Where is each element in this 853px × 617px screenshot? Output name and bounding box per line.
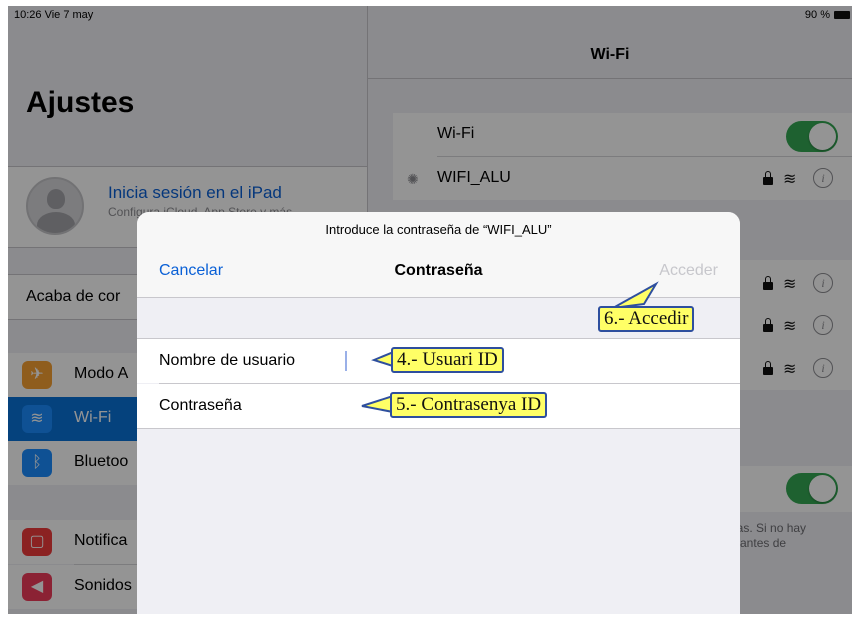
ipad-screen: 10:26 Vie 7 may 90 % Ajustes Inicia sesi… — [8, 6, 852, 614]
callout-contrasenya: 5.- Contrasenya ID — [390, 392, 548, 418]
callout-usuari: 4.- Usuari ID — [391, 347, 504, 373]
callout-accedir: 6.- Accedir — [598, 306, 695, 332]
callout-tails — [361, 281, 659, 414]
